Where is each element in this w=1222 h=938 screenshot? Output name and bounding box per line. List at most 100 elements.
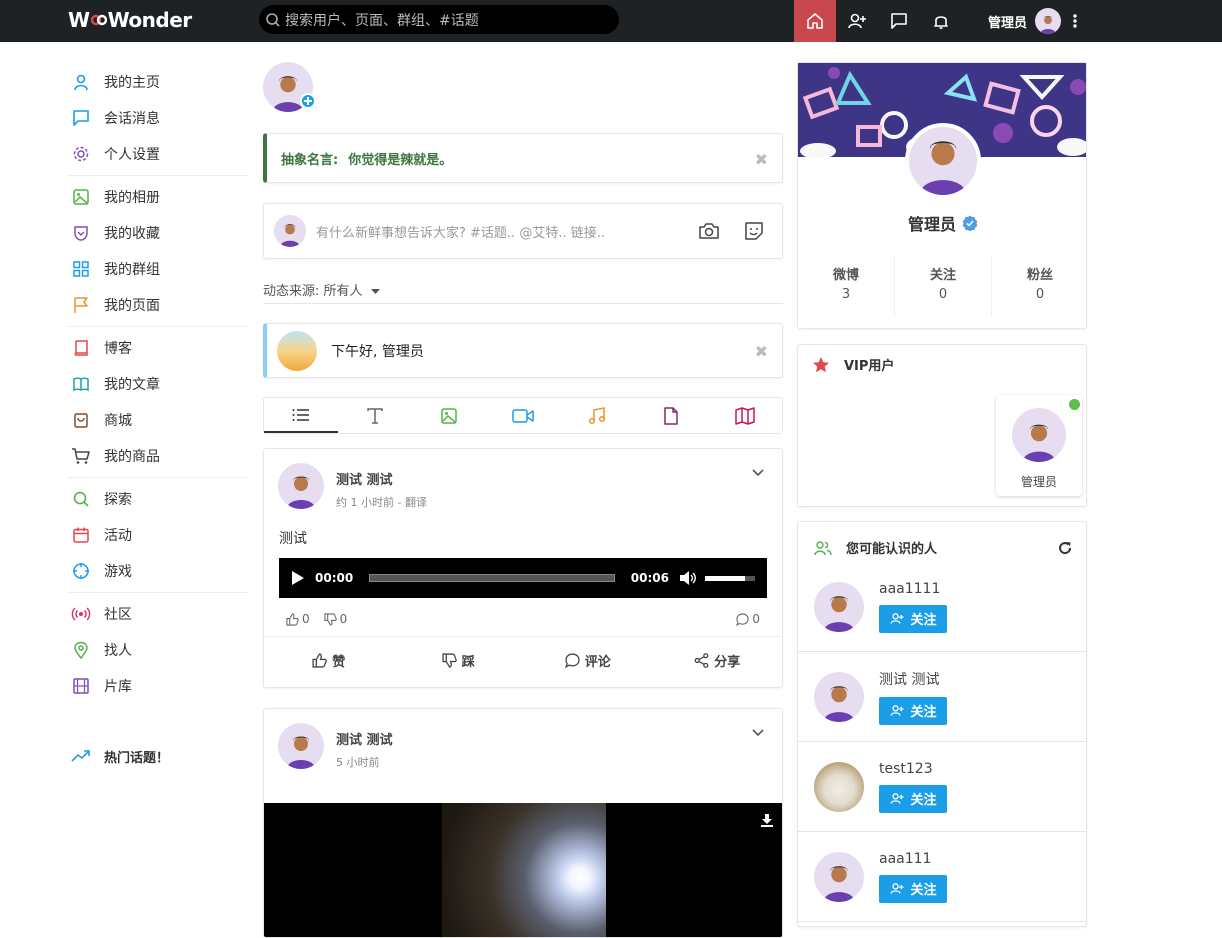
home-icon — [806, 12, 824, 30]
sidebar-item-my-products[interactable]: 我的商品 — [68, 438, 248, 474]
online-status-indicator — [1069, 399, 1080, 410]
post-time[interactable]: 约 1 小时前 — [336, 496, 394, 509]
refresh-icon[interactable] — [1058, 541, 1072, 555]
follow-button[interactable]: 关注 — [879, 784, 947, 813]
close-icon[interactable]: ✖ — [755, 342, 768, 361]
cart-icon — [70, 445, 92, 467]
share-button[interactable]: 分享 — [653, 637, 783, 683]
plus-icon[interactable] — [300, 93, 316, 109]
avatar[interactable] — [814, 761, 864, 812]
sidebar-item-events[interactable]: 活动 — [68, 517, 248, 553]
dislike-button[interactable]: 踩 — [394, 637, 524, 683]
sidebar-item-explore[interactable]: 探索 — [68, 481, 248, 517]
tab-files[interactable] — [634, 398, 708, 433]
translate-link[interactable]: 翻译 — [405, 496, 427, 509]
tab-text[interactable] — [338, 398, 412, 433]
tab-maps[interactable] — [708, 398, 782, 433]
feed-filter[interactable]: 动态来源: 所有人 — [263, 280, 783, 304]
sidebar-item-saved[interactable]: 我的收藏 — [68, 215, 248, 251]
user-menu[interactable]: 管理员 — [988, 8, 1077, 34]
person-name[interactable]: aaa111 — [879, 851, 947, 867]
home-button[interactable] — [794, 0, 836, 42]
music-icon — [588, 406, 606, 425]
friend-requests-button[interactable] — [836, 0, 878, 42]
story-create[interactable] — [263, 62, 316, 114]
chevron-down-icon[interactable] — [752, 729, 764, 737]
likes-count[interactable]: 0 — [286, 612, 310, 626]
avatar — [1012, 408, 1066, 462]
follow-button[interactable]: 关注 — [879, 696, 947, 725]
stat-following[interactable]: 关注 0 — [895, 256, 992, 316]
sidebar-item-trending[interactable]: 热门话题！ — [68, 738, 248, 774]
people-title: 您可能认识的人 — [846, 542, 938, 557]
chevron-down-icon[interactable] — [752, 469, 764, 477]
post-author[interactable]: 测试 测试 — [336, 729, 393, 748]
follow-button[interactable]: 关注 — [879, 604, 947, 633]
tab-photos[interactable] — [412, 398, 486, 433]
composer-input[interactable]: 有什么新鲜事想告诉大家? #话题.. @艾特.. 链接.. — [316, 222, 698, 241]
user-icon — [70, 71, 92, 93]
sidebar-item-messages[interactable]: 会话消息 — [68, 100, 248, 136]
sidebar-item-my-home[interactable]: 我的主页 — [68, 64, 248, 100]
sidebar-item-community[interactable]: 社区 — [68, 596, 248, 632]
search-box[interactable]: 搜索用户、页面、群组、#话题 — [259, 5, 619, 34]
sidebar-item-settings[interactable]: 个人设置 — [68, 136, 248, 172]
like-button[interactable]: 赞 — [264, 637, 394, 683]
post-stats: 0 0 0 — [264, 598, 782, 637]
crosshair-icon — [70, 560, 92, 582]
avatar[interactable] — [814, 671, 864, 722]
dislikes-count[interactable]: 0 — [324, 612, 347, 626]
sidebar-item-articles[interactable]: 我的文章 — [68, 366, 248, 402]
camera-icon[interactable] — [698, 222, 720, 240]
post-composer[interactable]: 有什么新鲜事想告诉大家? #话题.. @艾特.. 链接.. — [263, 203, 783, 259]
more-vertical-icon[interactable] — [1073, 14, 1077, 28]
follow-button[interactable]: 关注 — [879, 874, 947, 903]
logo[interactable]: W Wonder — [68, 6, 192, 34]
sidebar-item-blog[interactable]: 博客 — [68, 330, 248, 366]
messages-button[interactable] — [878, 0, 920, 42]
sidebar-item-market[interactable]: 商城 — [68, 402, 248, 438]
volume-slider[interactable] — [705, 575, 755, 581]
vip-user-card[interactable]: 管理员 — [996, 395, 1082, 496]
sidebar-item-groups[interactable]: 我的群组 — [68, 251, 248, 287]
profile-name[interactable]: 管理员 — [908, 211, 956, 235]
person-name[interactable]: aaa1111 — [879, 581, 947, 597]
sidebar-item-movies[interactable]: 片库 — [68, 668, 248, 704]
volume-icon[interactable] — [679, 570, 697, 586]
avatar[interactable] — [905, 123, 981, 199]
post-time[interactable]: 5 小时前 — [336, 756, 380, 769]
video-icon — [512, 408, 534, 424]
add-user-icon — [889, 612, 905, 625]
avatar[interactable] — [814, 851, 864, 902]
audio-duration: 00:06 — [630, 571, 669, 585]
tab-music[interactable] — [560, 398, 634, 433]
tab-videos[interactable] — [486, 398, 560, 433]
post-author[interactable]: 测试 测试 — [336, 469, 427, 488]
sidebar-item-find-people[interactable]: 找人 — [68, 632, 248, 668]
stat-followers[interactable]: 粉丝 0 — [992, 256, 1088, 316]
video-player[interactable] — [264, 803, 782, 937]
sidebar-item-games[interactable]: 游戏 — [68, 553, 248, 589]
play-icon[interactable] — [291, 570, 305, 586]
sticker-icon[interactable] — [744, 221, 764, 241]
list-item: test123 关注 — [798, 742, 1086, 832]
notifications-button[interactable] — [920, 0, 962, 42]
greeting-text: 下午好, 管理员 — [331, 343, 424, 360]
stat-posts[interactable]: 微博 3 — [798, 256, 895, 316]
comments-count[interactable]: 0 — [736, 612, 760, 626]
avatar[interactable] — [278, 723, 324, 769]
person-name[interactable]: 测试 测试 — [879, 669, 947, 689]
sidebar-item-albums[interactable]: 我的相册 — [68, 179, 248, 215]
profile-name-row: 管理员 — [798, 211, 1088, 235]
comment-button[interactable]: 评论 — [523, 637, 653, 683]
sidebar-item-pages[interactable]: 我的页面 — [68, 287, 248, 323]
vip-widget: VIP用户 管理员 — [797, 344, 1087, 507]
person-name[interactable]: test123 — [879, 761, 947, 777]
tab-all[interactable] — [264, 398, 338, 433]
avatar[interactable] — [814, 581, 864, 632]
download-icon[interactable] — [760, 813, 774, 827]
audio-seek-bar[interactable] — [369, 574, 615, 582]
close-icon[interactable]: ✖ — [755, 150, 768, 169]
avatar[interactable] — [278, 463, 324, 509]
search-input[interactable]: 搜索用户、页面、群组、#话题 — [285, 10, 479, 30]
